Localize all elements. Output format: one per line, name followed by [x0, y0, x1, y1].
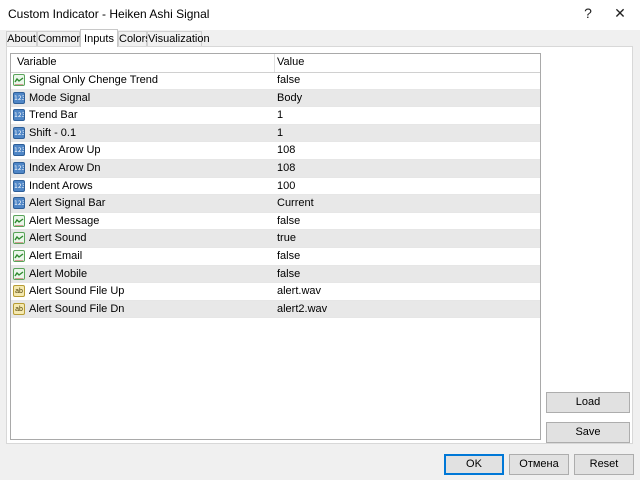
table-row[interactable]: Alert Mobile false: [11, 265, 540, 284]
bool-param-icon: [13, 74, 25, 86]
variable-name: Alert Sound File Up: [29, 285, 125, 298]
number-param-icon: 123: [13, 197, 25, 210]
variable-value[interactable]: 108: [277, 144, 295, 156]
variable-name: Shift - 0.1: [29, 126, 77, 139]
tab-inputs[interactable]: Inputs: [80, 29, 118, 47]
variable-name: Index Arow Dn: [29, 162, 101, 174]
help-button[interactable]: ?: [575, 2, 601, 24]
variable-value[interactable]: false: [277, 74, 300, 86]
column-divider[interactable]: [274, 54, 275, 72]
tab-colors[interactable]: Colors: [118, 31, 151, 46]
variable-name: Alert Signal Bar: [29, 197, 106, 210]
table-row[interactable]: 123 Alert Signal Bar Current: [11, 195, 540, 213]
variable-value[interactable]: alert.wav: [277, 285, 321, 297]
variable-value[interactable]: Current: [277, 197, 314, 209]
grid-header: Variable Value: [11, 54, 540, 73]
variable-name: Alert Message: [29, 214, 100, 227]
cancel-button[interactable]: Отмена: [509, 454, 569, 475]
number-param-icon: 123: [13, 144, 25, 157]
variable-name: Signal Only Chenge Trend: [29, 74, 159, 86]
tab-visualization[interactable]: Visualization: [147, 31, 210, 46]
table-row[interactable]: 123 Shift - 0.1 1: [11, 124, 540, 143]
number-param-icon: 123: [13, 162, 25, 174]
table-row[interactable]: Alert Message false: [11, 213, 540, 231]
table-row[interactable]: Alert Email false: [11, 248, 540, 266]
variable-value[interactable]: false: [277, 268, 300, 280]
reset-button[interactable]: Reset: [574, 454, 634, 475]
variable-value[interactable]: Body: [277, 92, 302, 104]
table-row[interactable]: Signal Only Chenge Trend false: [11, 72, 540, 90]
number-param-icon: 123: [13, 126, 25, 139]
variable-value[interactable]: 1: [277, 109, 283, 121]
variable-name: Alert Mobile: [29, 267, 88, 280]
variable-value[interactable]: 100: [277, 180, 295, 192]
ok-button[interactable]: OK: [444, 454, 504, 475]
save-button[interactable]: Save: [546, 422, 630, 443]
table-row[interactable]: Alert Sound true: [11, 230, 540, 248]
number-param-icon: 123: [13, 109, 25, 122]
variable-name: Mode Signal: [29, 91, 91, 104]
variable-name: Alert Sound: [29, 232, 87, 245]
number-param-icon: 123: [13, 179, 25, 192]
bool-param-icon: [13, 267, 25, 280]
tab-common[interactable]: Common: [37, 31, 83, 46]
number-param-icon: 123: [13, 91, 25, 104]
table-row[interactable]: 123 Trend Bar 1: [11, 107, 540, 125]
string-param-icon: ab: [13, 302, 25, 315]
variable-name: Trend Bar: [29, 109, 78, 122]
table-row[interactable]: ab Alert Sound File Dn alert2.wav: [11, 300, 540, 319]
string-param-icon: ab: [13, 285, 25, 298]
variable-name: Alert Email: [29, 250, 83, 262]
bool-param-icon: [13, 214, 25, 227]
load-button[interactable]: Load: [546, 392, 630, 413]
table-row[interactable]: 123 Index Arow Up 108: [11, 142, 540, 160]
bool-param-icon: [13, 250, 25, 262]
value-column-header[interactable]: Value: [277, 56, 304, 68]
table-row[interactable]: 123 Mode Signal Body: [11, 89, 540, 108]
table-row[interactable]: 123 Indent Arows 100: [11, 178, 540, 196]
variable-column-header[interactable]: Variable: [17, 56, 57, 68]
close-button[interactable]: ✕: [607, 2, 633, 24]
variable-value[interactable]: false: [277, 215, 300, 227]
variable-value[interactable]: false: [277, 250, 300, 262]
table-row[interactable]: ab Alert Sound File Up alert.wav: [11, 283, 540, 301]
bool-param-icon: [13, 232, 25, 245]
tab-about[interactable]: About: [6, 31, 37, 46]
title-bar: Custom Indicator - Heiken Ashi Signal ? …: [0, 0, 640, 30]
window-title: Custom Indicator - Heiken Ashi Signal: [8, 7, 210, 21]
inputs-grid: Variable Value Signal Only Chenge Trend f…: [10, 53, 541, 440]
table-row[interactable]: 123 Index Arow Dn 108: [11, 160, 540, 178]
variable-value[interactable]: 108: [277, 162, 295, 174]
variable-value[interactable]: alert2.wav: [277, 303, 327, 315]
variable-name: Alert Sound File Dn: [29, 302, 125, 315]
variable-value[interactable]: 1: [277, 127, 283, 139]
variable-name: Index Arow Up: [29, 144, 101, 157]
variable-value[interactable]: true: [277, 232, 296, 244]
variable-name: Indent Arows: [29, 179, 93, 192]
